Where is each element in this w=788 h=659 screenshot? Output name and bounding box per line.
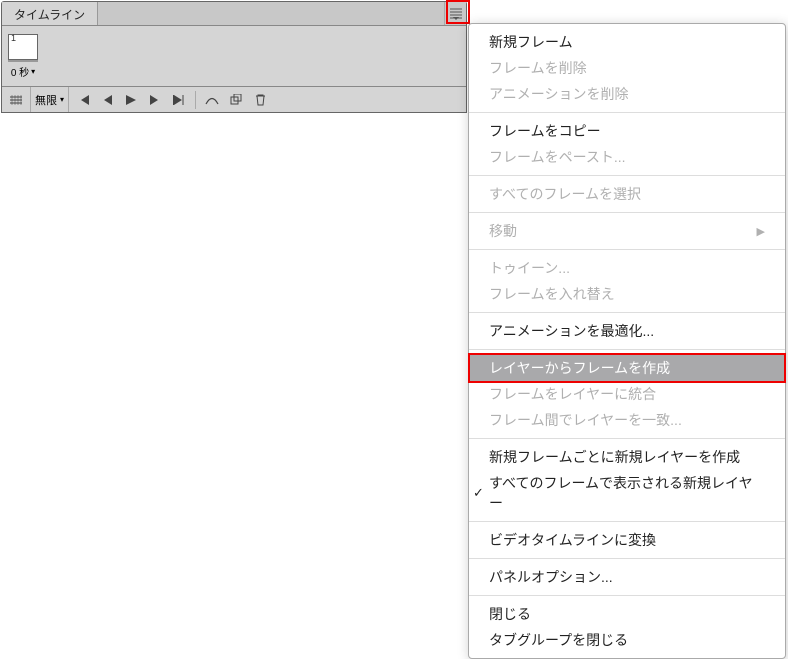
menu-copy-frame[interactable]: フレームをコピー xyxy=(469,118,785,144)
menu-label: フレームをレイヤーに統合 xyxy=(489,384,656,404)
menu-label: ビデオタイムラインに変換 xyxy=(489,530,656,550)
separator xyxy=(469,595,785,596)
menu-label: フレームを入れ替え xyxy=(489,284,615,304)
loop-select[interactable]: 無限 ▾ xyxy=(30,87,69,112)
delete-frame-button[interactable] xyxy=(250,90,270,110)
menu-close[interactable]: 閉じる xyxy=(469,601,785,627)
play-button[interactable] xyxy=(121,90,141,110)
first-frame-button[interactable] xyxy=(73,90,93,110)
menu-paste-frame: フレームをペースト... xyxy=(469,144,785,170)
menu-label: すべてのフレームで表示される新規レイヤー xyxy=(489,473,765,513)
next-frame-icon xyxy=(150,95,160,105)
menu-label: 閉じる xyxy=(489,604,531,624)
menu-flatten-frames-into-layers: フレームをレイヤーに統合 xyxy=(469,381,785,407)
menu-new-layer-per-frame[interactable]: 新規フレームごとに新規レイヤーを作成 xyxy=(469,444,785,470)
menu-label: すべてのフレームを選択 xyxy=(489,184,641,204)
menu-swap-frames: フレームを入れ替え xyxy=(469,281,785,307)
menu-label: フレームを削除 xyxy=(489,58,587,78)
frame-thumbnail[interactable]: 1 0 秒 ▾ xyxy=(8,34,38,79)
panel-header: タイムライン xyxy=(2,2,466,26)
menu-icon xyxy=(449,8,463,20)
menu-label: タブグループを閉じる xyxy=(489,630,628,650)
menu-move: 移動 ▶ xyxy=(469,218,785,244)
check-icon: ✓ xyxy=(473,485,484,501)
trash-icon xyxy=(255,94,266,106)
menu-label: アニメーションを削除 xyxy=(489,84,628,104)
frames-area: 1 0 秒 ▾ xyxy=(2,26,466,86)
separator xyxy=(469,312,785,313)
menu-delete-animation: アニメーションを削除 xyxy=(469,81,785,107)
chevron-down-icon: ▾ xyxy=(60,95,64,104)
separator xyxy=(469,212,785,213)
menu-label: フレーム間でレイヤーを一致... xyxy=(489,410,682,430)
menu-match-layer-across-frames: フレーム間でレイヤーを一致... xyxy=(469,407,785,433)
convert-timeline-button[interactable] xyxy=(6,90,26,110)
separator xyxy=(469,438,785,439)
menu-close-tab-group[interactable]: タブグループを閉じる xyxy=(469,627,785,653)
menu-label: フレームをペースト... xyxy=(489,147,626,167)
menu-panel-options[interactable]: パネルオプション... xyxy=(469,564,785,590)
timeline-convert-icon xyxy=(9,94,23,106)
menu-label: レイヤーからフレームを作成 xyxy=(489,358,670,378)
tween-button[interactable] xyxy=(202,90,222,110)
menu-label: アニメーションを最適化... xyxy=(489,321,654,341)
duplicate-frame-button[interactable] xyxy=(226,90,246,110)
menu-label: 新規フレーム xyxy=(489,32,573,52)
menu-label: フレームをコピー xyxy=(489,121,601,141)
separator xyxy=(469,249,785,250)
frame-time-label: 0 秒 xyxy=(11,64,29,79)
prev-frame-button[interactable] xyxy=(97,90,117,110)
prev-frame-icon xyxy=(102,95,112,105)
panel-menu-button[interactable] xyxy=(444,2,466,25)
duplicate-icon xyxy=(230,94,242,106)
menu-convert-video-timeline[interactable]: ビデオタイムラインに変換 xyxy=(469,527,785,553)
first-frame-icon xyxy=(77,95,89,105)
last-frame-icon xyxy=(173,95,185,105)
separator xyxy=(195,91,196,109)
chevron-down-icon: ▾ xyxy=(31,67,35,76)
tween-icon xyxy=(205,95,219,105)
menu-optimize-animation[interactable]: アニメーションを最適化... xyxy=(469,318,785,344)
next-frame-button[interactable] xyxy=(145,90,165,110)
menu-delete-frame: フレームを削除 xyxy=(469,55,785,81)
panel-context-menu: 新規フレーム フレームを削除 アニメーションを削除 フレームをコピー フレームを… xyxy=(468,23,786,659)
frame-time[interactable]: 0 秒 ▾ xyxy=(8,64,38,79)
frame-number: 1 xyxy=(10,33,17,43)
menu-label: パネルオプション... xyxy=(489,567,613,587)
frame-canvas: 1 xyxy=(8,34,38,60)
timeline-panel: タイムライン 1 0 秒 ▾ xyxy=(1,1,467,113)
last-frame-button[interactable] xyxy=(169,90,189,110)
menu-label: 新規フレームごとに新規レイヤーを作成 xyxy=(489,447,740,467)
menu-select-all-frames: すべてのフレームを選択 xyxy=(469,181,785,207)
menu-new-frame[interactable]: 新規フレーム xyxy=(469,29,785,55)
separator xyxy=(469,521,785,522)
menu-new-layers-visible-all-frames[interactable]: ✓ すべてのフレームで表示される新規レイヤー xyxy=(469,470,785,516)
play-icon xyxy=(126,95,136,105)
panel-tab-label: タイムライン xyxy=(14,8,85,22)
separator xyxy=(469,112,785,113)
menu-tween: トゥイーン... xyxy=(469,255,785,281)
menu-label: トゥイーン... xyxy=(489,258,570,278)
separator xyxy=(469,349,785,350)
menu-make-frames-from-layers[interactable]: レイヤーからフレームを作成 xyxy=(469,355,785,381)
separator xyxy=(469,558,785,559)
header-spacer xyxy=(98,2,444,25)
chevron-right-icon: ▶ xyxy=(757,225,765,238)
separator xyxy=(469,175,785,176)
menu-label: 移動 xyxy=(489,221,517,241)
controls-bar: 無限 ▾ xyxy=(2,86,466,112)
loop-label: 無限 xyxy=(35,92,57,108)
panel-tab-timeline[interactable]: タイムライン xyxy=(2,2,98,25)
